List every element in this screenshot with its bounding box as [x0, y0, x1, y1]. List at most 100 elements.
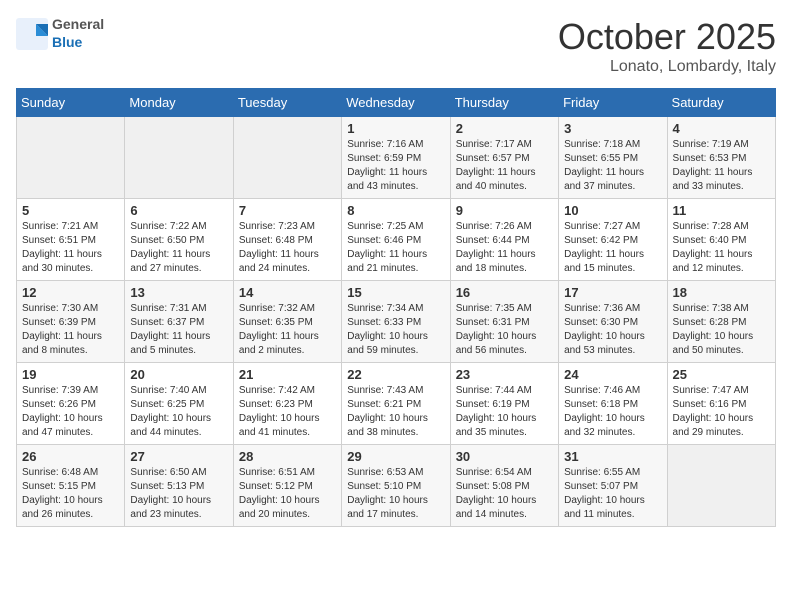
day-info: Sunrise: 7:35 AM Sunset: 6:31 PM Dayligh… — [456, 302, 553, 358]
day-info: Sunrise: 7:34 AM Sunset: 6:33 PM Dayligh… — [347, 302, 444, 358]
day-info: Sunrise: 6:55 AM Sunset: 5:07 PM Dayligh… — [564, 466, 661, 522]
calendar-cell: 8 Sunrise: 7:25 AM Sunset: 6:46 PM Dayli… — [342, 199, 450, 281]
day-info: Sunrise: 7:26 AM Sunset: 6:44 PM Dayligh… — [456, 220, 553, 276]
month-title: October 2025 — [558, 16, 776, 58]
day-info: Sunrise: 7:42 AM Sunset: 6:23 PM Dayligh… — [239, 384, 336, 440]
day-info: Sunrise: 6:48 AM Sunset: 5:15 PM Dayligh… — [22, 466, 119, 522]
day-info: Sunrise: 7:22 AM Sunset: 6:50 PM Dayligh… — [130, 220, 227, 276]
calendar-cell: 7 Sunrise: 7:23 AM Sunset: 6:48 PM Dayli… — [233, 199, 341, 281]
logo: General Blue — [16, 16, 104, 52]
calendar-cell: 12 Sunrise: 7:30 AM Sunset: 6:39 PM Dayl… — [17, 281, 125, 363]
day-number: 5 — [22, 203, 119, 218]
logo-general: General — [52, 16, 104, 32]
page-header: General Blue October 2025 Lonato, Lombar… — [16, 16, 776, 76]
calendar-cell: 28 Sunrise: 6:51 AM Sunset: 5:12 PM Dayl… — [233, 445, 341, 527]
calendar-week-row: 26 Sunrise: 6:48 AM Sunset: 5:15 PM Dayl… — [17, 445, 776, 527]
calendar-week-row: 5 Sunrise: 7:21 AM Sunset: 6:51 PM Dayli… — [17, 199, 776, 281]
day-info: Sunrise: 7:40 AM Sunset: 6:25 PM Dayligh… — [130, 384, 227, 440]
day-number: 14 — [239, 285, 336, 300]
calendar-table: SundayMondayTuesdayWednesdayThursdayFrid… — [16, 88, 776, 527]
day-info: Sunrise: 7:17 AM Sunset: 6:57 PM Dayligh… — [456, 138, 553, 194]
calendar-cell: 29 Sunrise: 6:53 AM Sunset: 5:10 PM Dayl… — [342, 445, 450, 527]
weekday-header-row: SundayMondayTuesdayWednesdayThursdayFrid… — [17, 89, 776, 117]
day-number: 28 — [239, 449, 336, 464]
day-number: 25 — [673, 367, 770, 382]
calendar-cell: 4 Sunrise: 7:19 AM Sunset: 6:53 PM Dayli… — [667, 117, 775, 199]
calendar-cell: 22 Sunrise: 7:43 AM Sunset: 6:21 PM Dayl… — [342, 363, 450, 445]
weekday-header-monday: Monday — [125, 89, 233, 117]
calendar-cell: 30 Sunrise: 6:54 AM Sunset: 5:08 PM Dayl… — [450, 445, 558, 527]
day-info: Sunrise: 7:16 AM Sunset: 6:59 PM Dayligh… — [347, 138, 444, 194]
title-block: October 2025 Lonato, Lombardy, Italy — [558, 16, 776, 76]
day-number: 10 — [564, 203, 661, 218]
day-number: 17 — [564, 285, 661, 300]
calendar-cell: 20 Sunrise: 7:40 AM Sunset: 6:25 PM Dayl… — [125, 363, 233, 445]
calendar-cell: 26 Sunrise: 6:48 AM Sunset: 5:15 PM Dayl… — [17, 445, 125, 527]
day-number: 23 — [456, 367, 553, 382]
day-info: Sunrise: 7:31 AM Sunset: 6:37 PM Dayligh… — [130, 302, 227, 358]
day-info: Sunrise: 7:23 AM Sunset: 6:48 PM Dayligh… — [239, 220, 336, 276]
day-info: Sunrise: 7:44 AM Sunset: 6:19 PM Dayligh… — [456, 384, 553, 440]
day-number: 15 — [347, 285, 444, 300]
day-number: 6 — [130, 203, 227, 218]
weekday-header-wednesday: Wednesday — [342, 89, 450, 117]
day-number: 18 — [673, 285, 770, 300]
day-info: Sunrise: 7:19 AM Sunset: 6:53 PM Dayligh… — [673, 138, 770, 194]
calendar-cell — [17, 117, 125, 199]
day-info: Sunrise: 6:54 AM Sunset: 5:08 PM Dayligh… — [456, 466, 553, 522]
calendar-cell: 31 Sunrise: 6:55 AM Sunset: 5:07 PM Dayl… — [559, 445, 667, 527]
day-number: 22 — [347, 367, 444, 382]
calendar-cell: 3 Sunrise: 7:18 AM Sunset: 6:55 PM Dayli… — [559, 117, 667, 199]
calendar-cell — [667, 445, 775, 527]
calendar-cell: 1 Sunrise: 7:16 AM Sunset: 6:59 PM Dayli… — [342, 117, 450, 199]
day-info: Sunrise: 6:50 AM Sunset: 5:13 PM Dayligh… — [130, 466, 227, 522]
calendar-cell: 23 Sunrise: 7:44 AM Sunset: 6:19 PM Dayl… — [450, 363, 558, 445]
weekday-header-friday: Friday — [559, 89, 667, 117]
calendar-cell: 10 Sunrise: 7:27 AM Sunset: 6:42 PM Dayl… — [559, 199, 667, 281]
calendar-week-row: 12 Sunrise: 7:30 AM Sunset: 6:39 PM Dayl… — [17, 281, 776, 363]
calendar-cell: 5 Sunrise: 7:21 AM Sunset: 6:51 PM Dayli… — [17, 199, 125, 281]
calendar-cell: 18 Sunrise: 7:38 AM Sunset: 6:28 PM Dayl… — [667, 281, 775, 363]
day-number: 12 — [22, 285, 119, 300]
day-number: 26 — [22, 449, 119, 464]
calendar-cell: 21 Sunrise: 7:42 AM Sunset: 6:23 PM Dayl… — [233, 363, 341, 445]
calendar-cell: 15 Sunrise: 7:34 AM Sunset: 6:33 PM Dayl… — [342, 281, 450, 363]
day-info: Sunrise: 7:27 AM Sunset: 6:42 PM Dayligh… — [564, 220, 661, 276]
day-info: Sunrise: 7:38 AM Sunset: 6:28 PM Dayligh… — [673, 302, 770, 358]
calendar-cell: 16 Sunrise: 7:35 AM Sunset: 6:31 PM Dayl… — [450, 281, 558, 363]
day-info: Sunrise: 7:28 AM Sunset: 6:40 PM Dayligh… — [673, 220, 770, 276]
calendar-cell: 19 Sunrise: 7:39 AM Sunset: 6:26 PM Dayl… — [17, 363, 125, 445]
calendar-cell: 9 Sunrise: 7:26 AM Sunset: 6:44 PM Dayli… — [450, 199, 558, 281]
weekday-header-thursday: Thursday — [450, 89, 558, 117]
day-number: 2 — [456, 121, 553, 136]
day-number: 13 — [130, 285, 227, 300]
day-number: 3 — [564, 121, 661, 136]
day-number: 11 — [673, 203, 770, 218]
day-info: Sunrise: 7:18 AM Sunset: 6:55 PM Dayligh… — [564, 138, 661, 194]
calendar-cell: 6 Sunrise: 7:22 AM Sunset: 6:50 PM Dayli… — [125, 199, 233, 281]
day-number: 16 — [456, 285, 553, 300]
day-info: Sunrise: 7:47 AM Sunset: 6:16 PM Dayligh… — [673, 384, 770, 440]
day-info: Sunrise: 7:32 AM Sunset: 6:35 PM Dayligh… — [239, 302, 336, 358]
day-info: Sunrise: 6:51 AM Sunset: 5:12 PM Dayligh… — [239, 466, 336, 522]
calendar-cell — [125, 117, 233, 199]
location-title: Lonato, Lombardy, Italy — [558, 58, 776, 76]
day-number: 31 — [564, 449, 661, 464]
day-number: 7 — [239, 203, 336, 218]
day-number: 21 — [239, 367, 336, 382]
weekday-header-tuesday: Tuesday — [233, 89, 341, 117]
calendar-cell: 2 Sunrise: 7:17 AM Sunset: 6:57 PM Dayli… — [450, 117, 558, 199]
day-info: Sunrise: 7:46 AM Sunset: 6:18 PM Dayligh… — [564, 384, 661, 440]
day-number: 9 — [456, 203, 553, 218]
day-number: 30 — [456, 449, 553, 464]
calendar-cell — [233, 117, 341, 199]
day-number: 8 — [347, 203, 444, 218]
day-number: 19 — [22, 367, 119, 382]
day-number: 27 — [130, 449, 227, 464]
logo-blue: Blue — [52, 34, 82, 50]
calendar-week-row: 1 Sunrise: 7:16 AM Sunset: 6:59 PM Dayli… — [17, 117, 776, 199]
weekday-header-saturday: Saturday — [667, 89, 775, 117]
calendar-cell: 27 Sunrise: 6:50 AM Sunset: 5:13 PM Dayl… — [125, 445, 233, 527]
day-number: 20 — [130, 367, 227, 382]
calendar-cell: 14 Sunrise: 7:32 AM Sunset: 6:35 PM Dayl… — [233, 281, 341, 363]
